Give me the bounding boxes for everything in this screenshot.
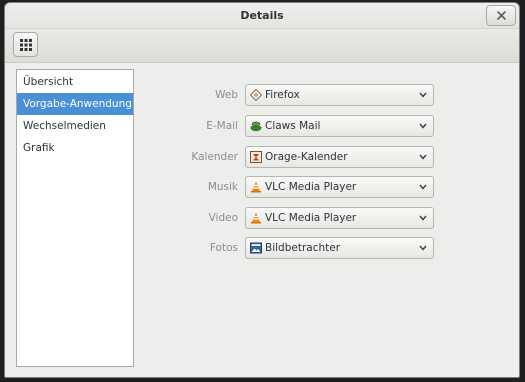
sidebar-item-graphics[interactable]: Grafik xyxy=(17,137,133,159)
claws-mail-icon xyxy=(250,121,262,132)
orage-calendar-icon xyxy=(250,151,262,163)
close-icon xyxy=(497,11,506,20)
chevron-down-icon xyxy=(419,123,427,129)
chevron-down-icon xyxy=(419,215,427,221)
chevron-down-icon xyxy=(419,184,427,190)
calendar-app-value: Orage-Kalender xyxy=(265,151,348,163)
video-app-combobox[interactable]: VLC Media Player xyxy=(245,207,434,229)
sidebar-item-default-applications[interactable]: Vorgabe-Anwendung... xyxy=(17,93,133,115)
email-app-value: Claws Mail xyxy=(265,120,321,132)
default-app-row-web: Web Firefox xyxy=(150,84,438,106)
default-app-row-video: Video VLC Media Player xyxy=(150,207,438,229)
sidebar-item-overview[interactable]: Übersicht xyxy=(17,71,133,93)
vlc-icon xyxy=(251,181,261,193)
video-app-value: VLC Media Player xyxy=(265,212,357,224)
vlc-icon xyxy=(251,212,261,224)
row-label-music: Musik xyxy=(207,181,238,193)
default-app-row-email: E-Mail Claws Mail xyxy=(150,115,438,137)
default-app-row-calendar: Kalender Orage-Kalender xyxy=(150,146,438,168)
music-app-combobox[interactable]: VLC Media Player xyxy=(245,176,434,198)
chevron-down-icon xyxy=(419,92,427,98)
sidebar-item-removable-media[interactable]: Wechselmedien xyxy=(17,115,133,137)
chevron-down-icon xyxy=(419,154,427,160)
calendar-app-combobox[interactable]: Orage-Kalender xyxy=(245,146,434,168)
row-label-video: Video xyxy=(208,212,238,224)
titlebar: Details xyxy=(5,3,519,29)
sidebar: Übersicht Vorgabe-Anwendung... Wechselme… xyxy=(16,69,134,367)
window-title: Details xyxy=(240,9,284,22)
row-label-email: E-Mail xyxy=(206,120,238,132)
web-app-combobox[interactable]: Firefox xyxy=(245,84,434,106)
photos-app-combobox[interactable]: Bildbetrachter xyxy=(245,237,434,259)
row-label-photos: Fotos xyxy=(209,242,238,254)
image-viewer-icon xyxy=(250,242,262,254)
all-settings-button[interactable] xyxy=(13,32,38,57)
music-app-value: VLC Media Player xyxy=(265,181,357,193)
row-label-web: Web xyxy=(215,89,238,101)
default-app-row-music: Musik VLC Media Player xyxy=(150,176,438,198)
close-button[interactable] xyxy=(486,5,516,26)
firefox-icon xyxy=(250,89,262,101)
default-app-row-photos: Fotos Bildbetrachter xyxy=(150,237,438,259)
email-app-combobox[interactable]: Claws Mail xyxy=(245,115,434,137)
grid-icon xyxy=(20,39,32,51)
chevron-down-icon xyxy=(419,245,427,251)
web-app-value: Firefox xyxy=(265,89,300,101)
details-window: Details Übersicht Vorgabe-Anwendung... W… xyxy=(4,2,520,378)
toolbar xyxy=(5,29,519,63)
photos-app-value: Bildbetrachter xyxy=(265,242,341,254)
row-label-calendar: Kalender xyxy=(191,151,238,163)
